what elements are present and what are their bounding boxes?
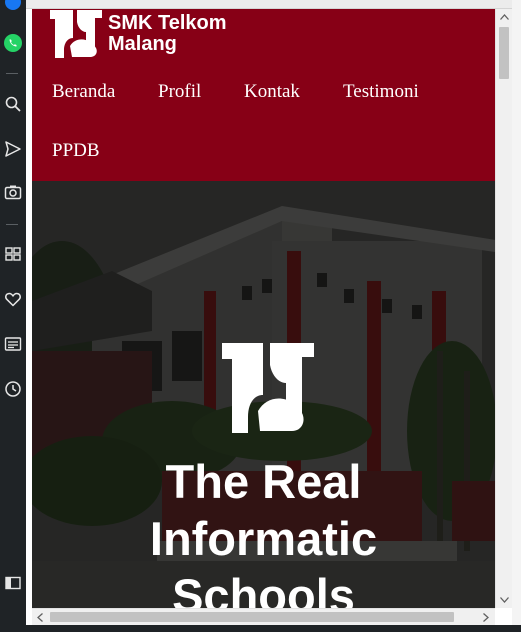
hero-logo-icon — [222, 343, 314, 433]
send-icon[interactable] — [3, 139, 23, 159]
search-icon[interactable] — [3, 94, 23, 114]
whatsapp-icon[interactable] — [3, 33, 23, 53]
brand-line-1: SMK Telkom — [108, 12, 227, 34]
nav-beranda[interactable]: Beranda — [52, 81, 115, 103]
school-logo-icon — [50, 10, 102, 58]
vertical-scrollbar[interactable] — [495, 9, 512, 608]
site-header: SMK Telkom Malang Beranda Profil Kontak … — [32, 9, 495, 181]
apps-icon[interactable] — [3, 244, 23, 264]
window-top-border — [26, 0, 521, 9]
brand[interactable]: SMK Telkom Malang — [50, 9, 227, 59]
nav-kontak[interactable]: Kontak — [244, 81, 300, 103]
camera-icon[interactable] — [3, 182, 23, 202]
heart-icon[interactable] — [3, 289, 23, 309]
hero-title-line-1: The Real — [165, 455, 362, 508]
history-icon[interactable] — [3, 379, 23, 399]
nav-profil[interactable]: Profil — [158, 81, 201, 103]
sidebar-divider — [6, 73, 18, 74]
browser-window: SMK Telkom Malang Beranda Profil Kontak … — [26, 0, 521, 632]
browser-sidebar — [0, 0, 26, 632]
scroll-down-icon[interactable] — [496, 592, 512, 608]
brand-line-2: Malang — [108, 33, 177, 55]
scroll-up-icon[interactable] — [496, 9, 512, 25]
news-icon[interactable] — [3, 334, 23, 354]
hero-title-line-2: Informatic — [149, 512, 378, 565]
scroll-right-icon[interactable] — [478, 609, 494, 625]
horizontal-scroll-thumb[interactable] — [50, 612, 454, 622]
scroll-left-icon[interactable] — [32, 609, 48, 625]
nav-ppdb[interactable]: PPDB — [52, 140, 100, 162]
hero-title-line-3: Schools — [172, 569, 355, 608]
page-viewport: SMK Telkom Malang Beranda Profil Kontak … — [32, 9, 495, 608]
brand-name: SMK Telkom Malang — [108, 13, 227, 55]
messenger-icon[interactable] — [3, 0, 23, 12]
nav-testimoni[interactable]: Testimoni — [343, 81, 419, 103]
sidebar-toggle-icon[interactable] — [3, 573, 23, 593]
hero-banner: The Real Informatic Schools — [32, 181, 495, 608]
hero-title: The Real Informatic Schools — [32, 453, 495, 608]
horizontal-scrollbar[interactable] — [32, 608, 495, 625]
window-right-border — [512, 0, 521, 632]
window-bottom-border — [26, 625, 521, 632]
vertical-scroll-thumb[interactable] — [499, 27, 509, 79]
sidebar-divider — [6, 224, 18, 225]
